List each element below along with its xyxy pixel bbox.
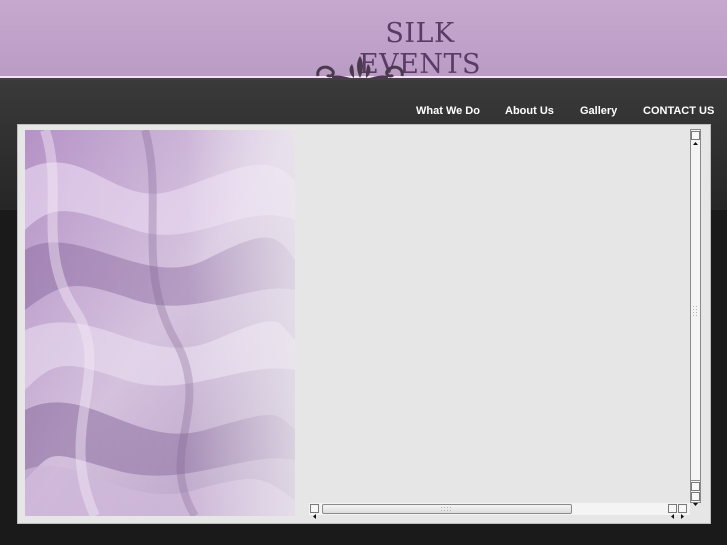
arrow-left-icon[interactable] bbox=[668, 504, 677, 519]
main-nav: What We Do About Us Gallery CONTACT US bbox=[0, 105, 727, 125]
arrow-down-icon[interactable] bbox=[691, 492, 700, 506]
nav-item-what-we-do[interactable]: What We Do bbox=[416, 105, 480, 117]
content-area bbox=[299, 130, 689, 502]
silk-fabric-image bbox=[25, 130, 295, 516]
arrow-right-icon[interactable] bbox=[678, 504, 687, 519]
arrow-up-icon[interactable] bbox=[691, 131, 700, 145]
nav-item-gallery[interactable]: Gallery bbox=[580, 105, 617, 117]
nav-item-contact-us[interactable]: CONTACT US bbox=[643, 105, 714, 117]
scroll-grip-icon bbox=[693, 306, 697, 316]
scroll-grip-icon bbox=[441, 507, 451, 511]
arrow-left-icon[interactable] bbox=[310, 504, 319, 519]
nav-item-about-us[interactable]: About Us bbox=[505, 105, 554, 117]
arrow-up-icon[interactable] bbox=[691, 482, 700, 496]
